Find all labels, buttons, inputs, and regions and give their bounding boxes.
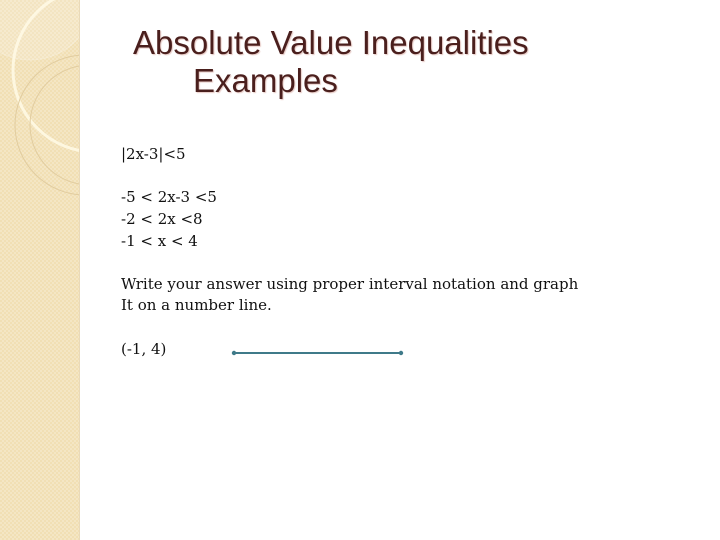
number-line-graph [231, 350, 404, 356]
slide-title: Absolute Value Inequalities Examples [133, 24, 529, 100]
title-line-1: Absolute Value Inequalities [133, 24, 529, 61]
right-endpoint-dot [398, 350, 404, 356]
decorative-sidebar [0, 0, 80, 540]
instruction-line-2: It on a number line. [121, 296, 272, 314]
decorative-circles [0, 0, 79, 196]
step-2: -2 < 2x <8 [121, 210, 203, 228]
title-line-2: Examples [193, 61, 338, 99]
step-3: -1 < x < 4 [121, 232, 198, 250]
left-endpoint-dot [231, 350, 237, 356]
step-1: -5 < 2x-3 <5 [121, 188, 217, 206]
problem-statement: |2x-3|<5 [121, 145, 186, 163]
interval-answer: (-1, 4) [121, 340, 167, 358]
instruction-line-1: Write your answer using proper interval … [121, 275, 579, 293]
